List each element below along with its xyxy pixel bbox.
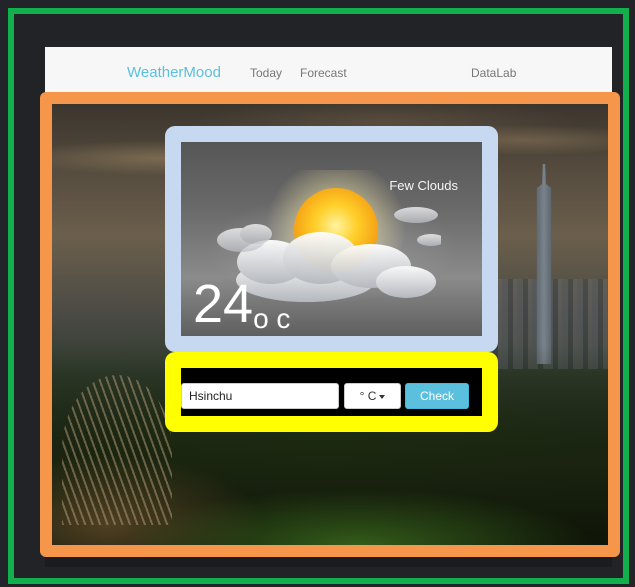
unit-dropdown[interactable]: ° C [344, 383, 401, 409]
check-button[interactable]: Check [405, 383, 469, 409]
temperature-number: 24 [193, 274, 254, 334]
chevron-down-icon [379, 395, 386, 399]
city-input[interactable] [181, 383, 339, 409]
weather-card: Few Clouds 24o c [165, 126, 498, 352]
navbar: WeatherMood Today Forecast DataLab [45, 47, 612, 95]
temperature-unit: o c [253, 303, 291, 334]
scene-grass [62, 375, 172, 525]
nav-link-today[interactable]: Today [250, 66, 282, 80]
unit-dropdown-label: ° C [359, 389, 377, 403]
temperature-value: 24o c [193, 274, 291, 336]
nav-link-datalab[interactable]: DataLab [471, 66, 516, 80]
nav-link-forecast[interactable]: Forecast [300, 66, 347, 80]
weather-condition: Few Clouds [389, 178, 458, 193]
brand-link[interactable]: WeatherMood [127, 64, 221, 81]
